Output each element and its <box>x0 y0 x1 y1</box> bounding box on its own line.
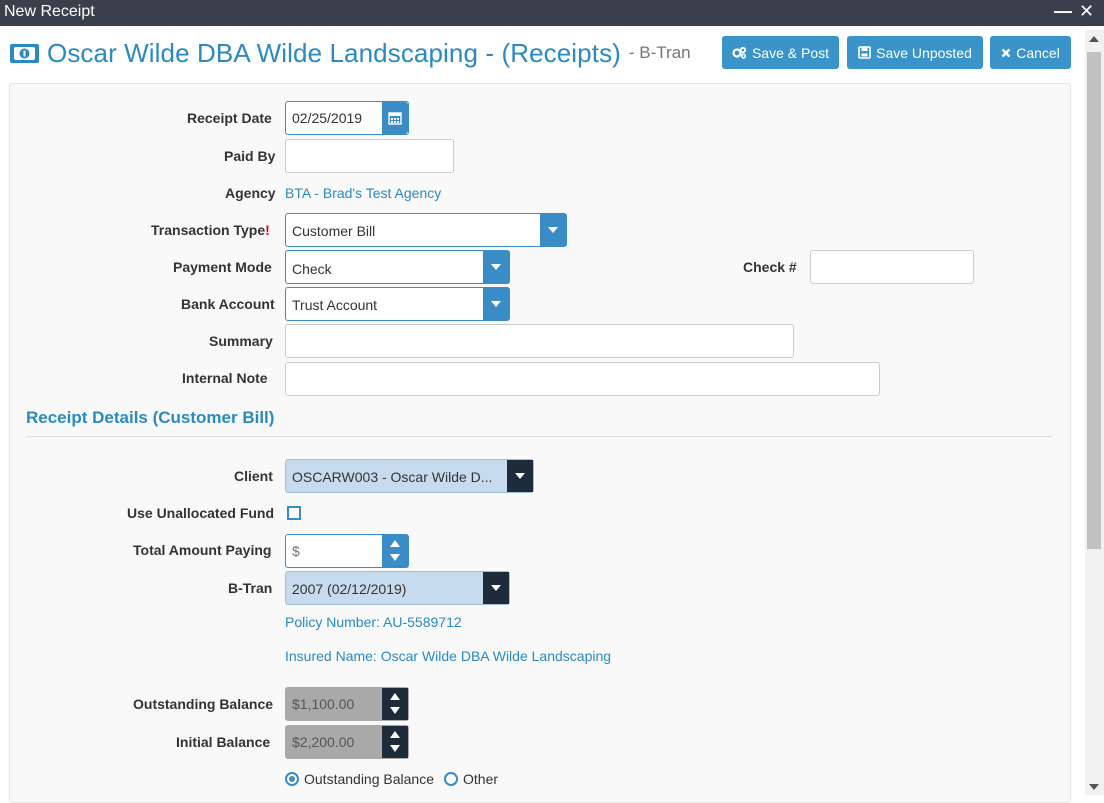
section-divider <box>26 436 1052 437</box>
page-header: Oscar Wilde DBA Wilde Landscaping - (Rec… <box>9 36 691 70</box>
calendar-button[interactable] <box>382 102 408 134</box>
initial-spinner-icon <box>382 726 408 758</box>
payment-mode-label: Payment Mode <box>173 259 272 275</box>
cancel-label: Cancel <box>1016 44 1060 61</box>
insured-name: Insured Name: Oscar Wilde DBA Wilde Land… <box>285 648 612 664</box>
form-panel <box>9 83 1071 803</box>
x-icon <box>1001 48 1011 57</box>
initial-balance-label: Initial Balance <box>176 734 271 750</box>
calendar-icon <box>388 112 402 125</box>
page-subtitle: - B-Tran <box>628 43 691 62</box>
total-amount-label: Total Amount Paying <box>133 542 272 558</box>
gears-icon <box>732 46 747 59</box>
payment-mode-value: Check <box>292 261 332 277</box>
cancel-button[interactable]: Cancel <box>990 36 1071 69</box>
chevron-down-icon <box>483 288 509 320</box>
save-unposted-button[interactable]: Save Unposted <box>847 36 983 69</box>
paid-by-label: Paid By <box>224 148 276 164</box>
chevron-down-icon <box>483 572 509 604</box>
internal-note-input[interactable] <box>285 362 880 396</box>
minimize-icon[interactable]: — <box>1054 1 1072 22</box>
summary-input[interactable] <box>285 324 794 358</box>
transaction-type-select[interactable]: Customer Bill <box>285 213 567 247</box>
close-icon[interactable]: ✕ <box>1079 1 1094 22</box>
chevron-down-icon <box>540 214 566 246</box>
scroll-up-icon[interactable] <box>1089 36 1099 42</box>
outstanding-balance-radio-label: Outstanding Balance <box>304 771 434 787</box>
client-label: Client <box>234 468 273 484</box>
agency-value: BTA - Brad's Test Agency <box>285 185 442 201</box>
save-unposted-label: Save Unposted <box>876 44 972 61</box>
check-number-input[interactable] <box>810 250 974 284</box>
other-radio[interactable] <box>444 772 458 786</box>
summary-label: Summary <box>209 333 273 349</box>
client-value: OSCARW003 - Oscar Wilde D... <box>292 469 493 485</box>
bank-account-value: Trust Account <box>292 297 378 313</box>
chevron-down-icon <box>483 251 509 283</box>
bank-account-label: Bank Account <box>181 296 275 312</box>
required-mark: ! <box>265 222 270 238</box>
agency-label: Agency <box>225 185 276 201</box>
btran-label: B-Tran <box>228 580 273 596</box>
receipt-date-label: Receipt Date <box>187 110 272 126</box>
bank-account-select[interactable]: Trust Account <box>285 287 510 321</box>
scrollbar-thumb[interactable] <box>1087 52 1101 549</box>
transaction-type-label: Transaction Type! <box>151 222 270 238</box>
chevron-down-icon <box>507 460 533 492</box>
amount-spinner-icon[interactable] <box>382 535 408 567</box>
money-icon <box>10 43 39 63</box>
check-number-label: Check # <box>743 259 797 275</box>
other-radio-label: Other <box>463 771 499 787</box>
save-post-button[interactable]: Save & Post <box>722 36 839 69</box>
transaction-type-value: Customer Bill <box>292 223 376 239</box>
page-title: Oscar Wilde DBA Wilde Landscaping - (Rec… <box>47 37 621 68</box>
window-titlebar: New Receipt — ✕ <box>0 0 1104 26</box>
client-select[interactable]: OSCARW003 - Oscar Wilde D... <box>285 459 534 493</box>
paid-by-input[interactable] <box>285 139 454 173</box>
outstanding-balance-label: Outstanding Balance <box>133 696 274 712</box>
internal-note-label: Internal Note <box>182 370 268 386</box>
transaction-type-label-text: Transaction Type <box>151 222 266 238</box>
btran-select[interactable]: 2007 (02/12/2019) <box>285 571 510 605</box>
window-title: New Receipt <box>4 3 95 20</box>
scroll-down-icon[interactable] <box>1089 784 1099 790</box>
outstanding-balance-radio[interactable] <box>285 772 299 786</box>
use-unallocated-checkbox[interactable] <box>287 506 301 520</box>
policy-number: Policy Number: AU-5589712 <box>285 614 462 630</box>
save-post-label: Save & Post <box>751 44 830 61</box>
section-title: Receipt Details (Customer Bill) <box>26 408 275 427</box>
payment-mode-select[interactable]: Check <box>285 250 510 284</box>
outstanding-spinner-icon <box>382 688 408 720</box>
floppy-disk-icon <box>858 46 871 59</box>
btran-value: 2007 (02/12/2019) <box>292 581 407 597</box>
use-unallocated-label: Use Unallocated Fund <box>127 505 275 521</box>
